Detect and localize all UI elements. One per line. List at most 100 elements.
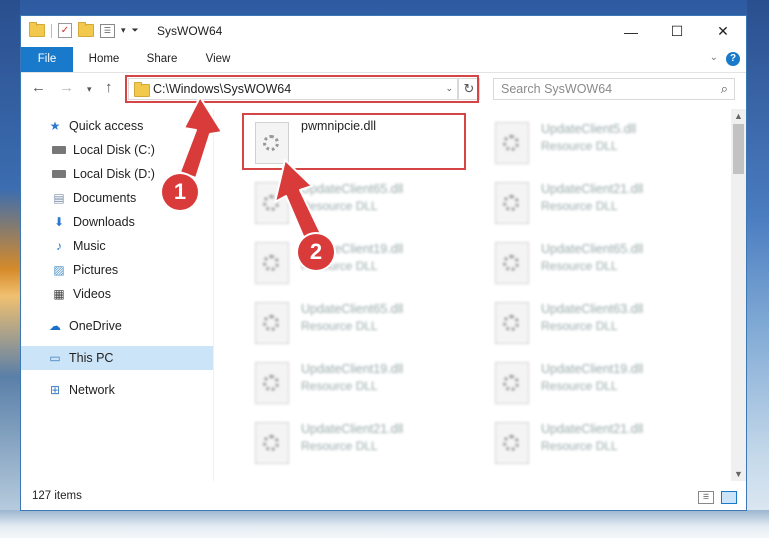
drive-icon (51, 143, 67, 157)
tab-file[interactable]: File (21, 47, 73, 72)
new-folder-icon[interactable] (78, 22, 94, 37)
sidebar-item-this-pc[interactable]: ▭ This PC (21, 346, 213, 370)
file-name: UpdateClient63.dll (541, 302, 644, 316)
up-arrow-icon[interactable]: ↑ (105, 79, 113, 96)
file-item[interactable]: UpdateClient65.dll Resource DLL (243, 294, 473, 350)
item-count: 127 items (32, 490, 82, 502)
properties-check-icon[interactable]: ✓ (58, 23, 72, 38)
tab-share[interactable]: Share (137, 47, 187, 72)
sidebar-item-label: Downloads (73, 215, 135, 229)
file-type: Resource DLL (541, 259, 618, 273)
drive-icon (51, 167, 67, 181)
file-type: Resource DLL (541, 319, 618, 333)
dll-file-icon (255, 182, 289, 224)
dll-file-icon (495, 302, 529, 344)
file-item[interactable]: UpdateClient63.dll Resource DLL (483, 294, 713, 350)
folder-icon[interactable] (29, 22, 45, 37)
file-name: UpdateClient65.dll (301, 182, 404, 196)
sidebar-item-label: Quick access (69, 119, 144, 133)
sidebar-item-local-disk-d[interactable]: Local Disk (D:) 📌 (21, 162, 243, 186)
window-controls: — ☐ ✕ (608, 16, 746, 47)
sidebar-item-label: OneDrive (69, 319, 122, 333)
file-name: UpdateClient65.dll (301, 302, 404, 316)
tiles-view-icon[interactable] (721, 491, 737, 504)
desktop-wallpaper-bottom (0, 510, 769, 538)
file-type: Resource DLL (541, 199, 618, 213)
file-type: Resource DLL (301, 319, 378, 333)
file-type: Resource DLL (541, 379, 618, 393)
sidebar-item-label: Local Disk (D:) (73, 167, 155, 181)
sidebar-item-pictures[interactable]: ▨ Pictures 📌 (21, 258, 243, 282)
file-name: UpdateClient21.dll (301, 422, 404, 436)
file-type: Resource DLL (301, 439, 378, 453)
close-button[interactable]: ✕ (700, 16, 746, 47)
dll-file-icon (495, 422, 529, 464)
tab-home[interactable]: Home (79, 47, 129, 72)
details-view-icon[interactable]: ☰ (698, 491, 714, 504)
sidebar-item-downloads[interactable]: ⬇ Downloads 📌 (21, 210, 243, 234)
computer-icon: ▭ (49, 351, 61, 365)
file-item[interactable]: UpdateClient19.dll Resource DLL (243, 234, 473, 290)
recent-locations-icon[interactable]: ▾ (87, 84, 92, 95)
sidebar-item-videos[interactable]: ▦ Videos 📌 (21, 282, 243, 306)
dll-file-icon (255, 362, 289, 404)
file-type: Resource DLL (541, 139, 618, 153)
step-badge-2: 2 (298, 234, 334, 270)
documents-icon: ▤ (53, 191, 65, 205)
scrollbar-thumb[interactable] (733, 124, 744, 174)
status-bar: 127 items ☰ (21, 484, 746, 510)
scroll-up-icon[interactable]: ▲ (731, 111, 746, 121)
scroll-down-icon[interactable]: ▼ (731, 469, 746, 479)
sidebar-item-quick-access[interactable]: ★ Quick access (21, 114, 239, 138)
minimize-button[interactable]: — (608, 16, 654, 47)
help-icon[interactable]: ? (726, 52, 740, 66)
expand-ribbon-icon[interactable]: ⌄ (710, 52, 718, 63)
file-item[interactable]: UpdateClient65.dll Resource DLL (243, 174, 473, 230)
title-bar: ✓ ☰ ▾ ⏷ SysWOW64 — ☐ ✕ (21, 16, 746, 47)
chevron-down-icon[interactable]: ▾ (121, 25, 126, 36)
desktop-wallpaper-right (747, 0, 769, 538)
sidebar-item-documents[interactable]: ▤ Documents 📌 (21, 186, 243, 210)
file-item[interactable]: UpdateClient21.dll Resource DLL (483, 174, 713, 230)
file-explorer-window: ✓ ☰ ▾ ⏷ SysWOW64 — ☐ ✕ File Home Share V… (20, 15, 747, 511)
vertical-scrollbar[interactable]: ▲ ▼ (731, 109, 746, 481)
dll-file-icon (495, 242, 529, 284)
file-item[interactable]: UpdateClient21.dll Resource DLL (483, 414, 713, 470)
forward-arrow-icon[interactable]: → (59, 79, 74, 96)
tab-view[interactable]: View (195, 47, 241, 72)
window-title: SysWOW64 (157, 24, 223, 38)
search-icon[interactable]: ⌕ (721, 81, 728, 97)
maximize-button[interactable]: ☐ (654, 16, 700, 47)
sidebar-item-music[interactable]: ♪ Music 📌 (21, 234, 243, 258)
pictures-icon: ▨ (53, 263, 65, 277)
file-item[interactable]: UpdateClient21.dll Resource DLL (243, 414, 473, 470)
videos-icon: ▦ (53, 287, 65, 301)
search-input[interactable]: Search SysWOW64 ⌕ (493, 78, 735, 100)
network-icon: ⊞ (49, 383, 61, 397)
sidebar-item-label: Local Disk (C:) (73, 143, 155, 157)
file-name: UpdateClient65.dll (541, 242, 644, 256)
sidebar-item-network[interactable]: ⊞ Network (21, 378, 239, 402)
file-item[interactable]: UpdateClient65.dll Resource DLL (483, 234, 713, 290)
dll-file-icon (495, 122, 529, 164)
file-item[interactable]: UpdateClient19.dll Resource DLL (483, 354, 713, 410)
desktop-wallpaper-left (0, 0, 20, 538)
address-row: ← → ▾ ↑ C:\Windows\SysWOW64 ⌄ ↻ Search S… (21, 73, 746, 106)
back-arrow-icon[interactable]: ← (31, 79, 46, 96)
music-icon: ♪ (56, 239, 62, 253)
dll-file-icon (255, 242, 289, 284)
file-name: UpdateClient19.dll (301, 362, 404, 376)
step-badge-1: 1 (162, 174, 198, 210)
sidebar-item-label: Videos (73, 287, 111, 301)
dll-file-icon (255, 302, 289, 344)
sidebar-item-onedrive[interactable]: ☁ OneDrive (21, 314, 239, 338)
file-item[interactable]: UpdateClient19.dll Resource DLL (243, 354, 473, 410)
sidebar-item-local-disk-c[interactable]: Local Disk (C:) 📌 (21, 138, 243, 162)
star-icon: ★ (49, 119, 61, 133)
dll-file-icon (495, 362, 529, 404)
customize-toolbar-icon[interactable]: ☰ (100, 23, 115, 38)
quick-access-toolbar: ✓ ☰ ▾ ⏷ (29, 22, 139, 38)
toolbar-dropdown-icon[interactable]: ⏷ (132, 25, 139, 36)
file-list: pwmnipcie.dll UpdateClient5.dll Resource… (219, 109, 731, 481)
file-item[interactable]: UpdateClient5.dll Resource DLL (483, 114, 713, 170)
